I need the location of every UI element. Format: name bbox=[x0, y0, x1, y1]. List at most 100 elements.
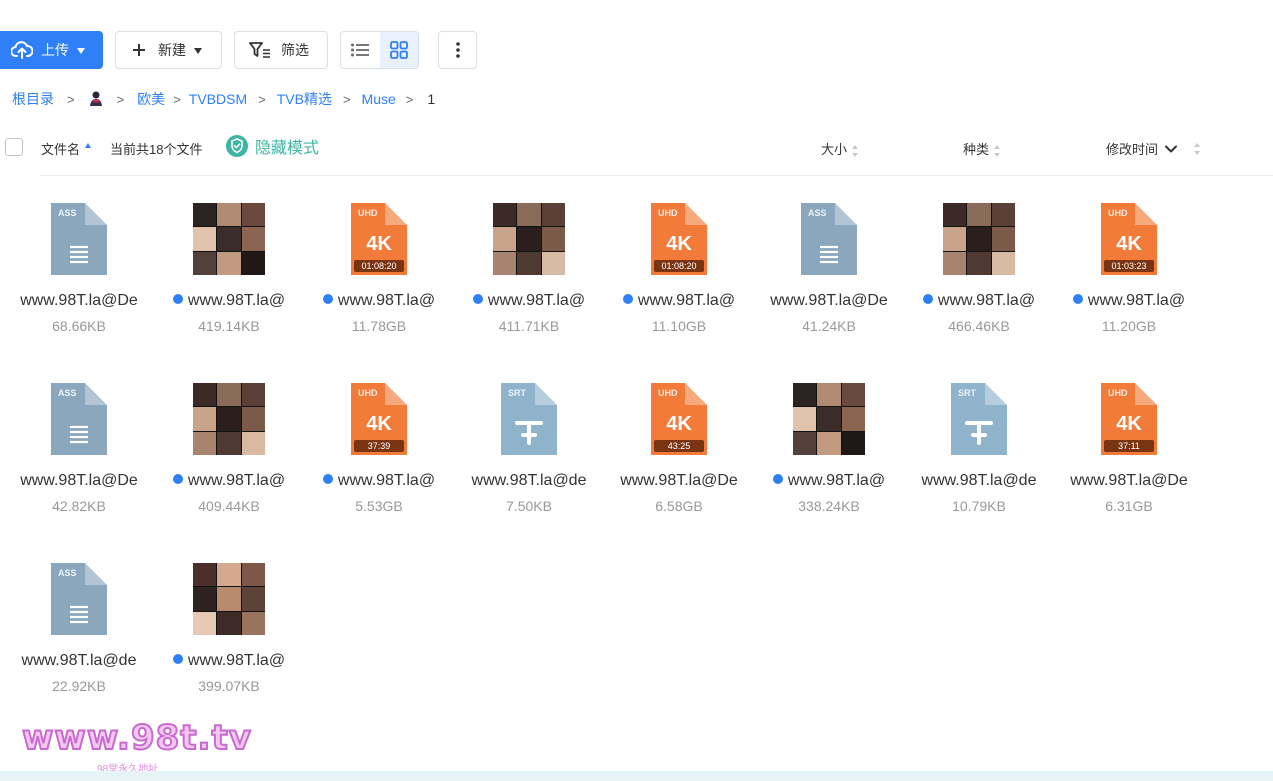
breadcrumb: 根目录 > > 欧美 > TVBDSM > TVB精选 > Muse > 1 bbox=[12, 89, 435, 109]
file-type-badge: ASS bbox=[58, 208, 77, 218]
srt-file-icon: SRT bbox=[493, 383, 565, 455]
thumbnail-grid bbox=[493, 203, 565, 275]
breadcrumb-item[interactable]: TVB精选 bbox=[277, 89, 332, 109]
thumbnail-cell bbox=[967, 203, 991, 227]
status-dot-icon bbox=[772, 474, 783, 484]
breadcrumb-item[interactable]: Muse bbox=[362, 91, 396, 107]
sort-by-mtime[interactable]: 修改时间 bbox=[1106, 139, 1201, 158]
thumbnail-cell bbox=[217, 251, 241, 275]
thumbnail-cell bbox=[217, 407, 241, 431]
thumbnail-cell bbox=[817, 383, 841, 407]
file-name: www.98T.la@de bbox=[4, 652, 154, 670]
shield-check-icon bbox=[226, 135, 248, 157]
file-tile[interactable]: ASS www.98T.la@de 22.92KB bbox=[4, 560, 154, 705]
thumbnail-cell bbox=[991, 227, 1015, 251]
breadcrumb-item[interactable]: 欧美 bbox=[137, 89, 165, 109]
breadcrumb-avatar[interactable] bbox=[88, 90, 104, 109]
file-size: 10.79KB bbox=[952, 498, 1006, 514]
thumbnail-cell bbox=[193, 383, 217, 407]
file-tile[interactable]: UHD 4K 01:08:20 www.98T.la@ 11.10GB bbox=[604, 200, 754, 345]
list-view-button[interactable] bbox=[341, 32, 380, 68]
file-tile[interactable]: www.98T.la@ 419.14KB bbox=[154, 200, 304, 345]
file-name: www.98T.la@De bbox=[4, 472, 154, 490]
file-icon-body: ASS bbox=[51, 383, 107, 455]
file-name-text: www.98T.la@ bbox=[1087, 292, 1186, 309]
more-button[interactable] bbox=[438, 31, 477, 69]
file-size: 411.71KB bbox=[498, 318, 560, 334]
file-tile[interactable]: ASS www.98T.la@De 41.24KB bbox=[754, 200, 904, 345]
file-tile[interactable]: UHD 4K 01:03:23 www.98T.la@ 11.20GB bbox=[1054, 200, 1204, 345]
sort-by-name[interactable]: 文件名 bbox=[41, 139, 92, 158]
file-tile[interactable]: www.98T.la@ 399.07KB bbox=[154, 560, 304, 705]
file-tile[interactable]: www.98T.la@ 411.71KB bbox=[454, 200, 604, 345]
thumbnail-cell bbox=[193, 407, 217, 431]
file-name: www.98T.la@De bbox=[754, 292, 904, 310]
file-tile[interactable]: www.98T.la@ 338.24KB bbox=[754, 380, 904, 525]
srt-file-icon: SRT bbox=[943, 383, 1015, 455]
file-tile[interactable]: ASS www.98T.la@De 68.66KB bbox=[4, 200, 154, 345]
file-type-badge: ASS bbox=[808, 208, 827, 218]
file-icon-body: UHD 4K 01:08:20 bbox=[351, 203, 407, 275]
new-button[interactable]: 新建 bbox=[115, 31, 222, 69]
file-tile[interactable]: ASS www.98T.la@De 42.82KB bbox=[4, 380, 154, 525]
caret-down-icon bbox=[77, 47, 85, 54]
file-tile[interactable]: SRT www.98T.la@de 10.79KB bbox=[904, 380, 1054, 525]
sort-by-type[interactable]: 种类 bbox=[963, 139, 1001, 158]
file-name-text: www.98T.la@ bbox=[187, 652, 286, 669]
thumbnail-cell bbox=[943, 227, 967, 251]
watermark-text: www.98t.tv bbox=[21, 717, 252, 759]
grid-view-button[interactable] bbox=[379, 32, 418, 68]
new-label: 新建 bbox=[158, 42, 186, 58]
thumbnail-cell bbox=[217, 383, 241, 407]
sort-by-size[interactable]: 大小 bbox=[821, 139, 859, 158]
filter-button[interactable]: 筛选 bbox=[234, 31, 328, 69]
breadcrumb-item[interactable]: TVBDSM bbox=[189, 91, 247, 107]
thumbnail-cell bbox=[517, 227, 541, 251]
subtitle-file-icon: ASS bbox=[793, 203, 865, 275]
uhd-video-file-icon: UHD 4K 43:25 bbox=[643, 383, 715, 455]
list-icon bbox=[351, 43, 370, 57]
cloud-upload-icon bbox=[11, 41, 33, 59]
file-name: www.98T.la@de bbox=[904, 472, 1054, 490]
upload-button[interactable]: 上传 bbox=[0, 31, 103, 69]
file-tile[interactable]: SRT www.98T.la@de 7.50KB bbox=[454, 380, 604, 525]
video-duration: 37:11 bbox=[1104, 440, 1154, 452]
file-size: 22.92KB bbox=[52, 678, 106, 694]
subtitle-file-icon: ASS bbox=[43, 383, 115, 455]
video-duration: 01:08:20 bbox=[354, 260, 404, 272]
file-tile[interactable]: www.98T.la@ 409.44KB bbox=[154, 380, 304, 525]
thumbnail-cell bbox=[241, 587, 265, 611]
video-duration: 01:08:20 bbox=[654, 260, 704, 272]
video-thumbnail bbox=[193, 383, 265, 455]
file-size: 6.31GB bbox=[1105, 498, 1153, 514]
filter-icon bbox=[249, 42, 270, 58]
file-tile[interactable]: UHD 4K 37:11 www.98T.la@De 6.31GB bbox=[1054, 380, 1204, 525]
thumbnail-grid bbox=[193, 563, 265, 635]
breadcrumb-root[interactable]: 根目录 bbox=[12, 89, 54, 109]
file-type-badge: UHD bbox=[658, 208, 678, 218]
file-tile[interactable]: www.98T.la@ 466.46KB bbox=[904, 200, 1054, 345]
thumbnail-cell bbox=[541, 203, 565, 227]
chevron-right-icon: > bbox=[258, 91, 266, 107]
thumbnail-cell bbox=[217, 431, 241, 455]
subtitle-file-icon: ASS bbox=[43, 203, 115, 275]
file-tile[interactable]: UHD 4K 43:25 www.98T.la@De 6.58GB bbox=[604, 380, 754, 525]
file-name: www.98T.la@ bbox=[154, 652, 304, 670]
thumbnail-cell bbox=[193, 563, 217, 587]
hidden-mode-toggle[interactable]: 隐藏模式 bbox=[225, 134, 319, 158]
file-tile[interactable]: UHD 4K 01:08:20 www.98T.la@ 11.78GB bbox=[304, 200, 454, 345]
caret-down-icon bbox=[194, 47, 202, 54]
file-name-text: www.98T.la@ bbox=[337, 292, 436, 309]
thumbnail-cell bbox=[841, 383, 865, 407]
file-size: 409.44KB bbox=[198, 498, 260, 514]
file-name: www.98T.la@ bbox=[1054, 292, 1204, 310]
file-name-text: www.98T.la@ bbox=[637, 292, 736, 309]
file-tile[interactable]: UHD 4K 37:39 www.98T.la@ 5.53GB bbox=[304, 380, 454, 525]
thumbnail-cell bbox=[241, 203, 265, 227]
select-all-checkbox[interactable] bbox=[5, 138, 23, 156]
thumbnail-cell bbox=[241, 431, 265, 455]
thumbnail-cell bbox=[217, 611, 241, 635]
file-name: www.98T.la@de bbox=[454, 472, 604, 490]
thumbnail-cell bbox=[793, 431, 817, 455]
file-name-text: www.98T.la@De bbox=[620, 472, 738, 489]
